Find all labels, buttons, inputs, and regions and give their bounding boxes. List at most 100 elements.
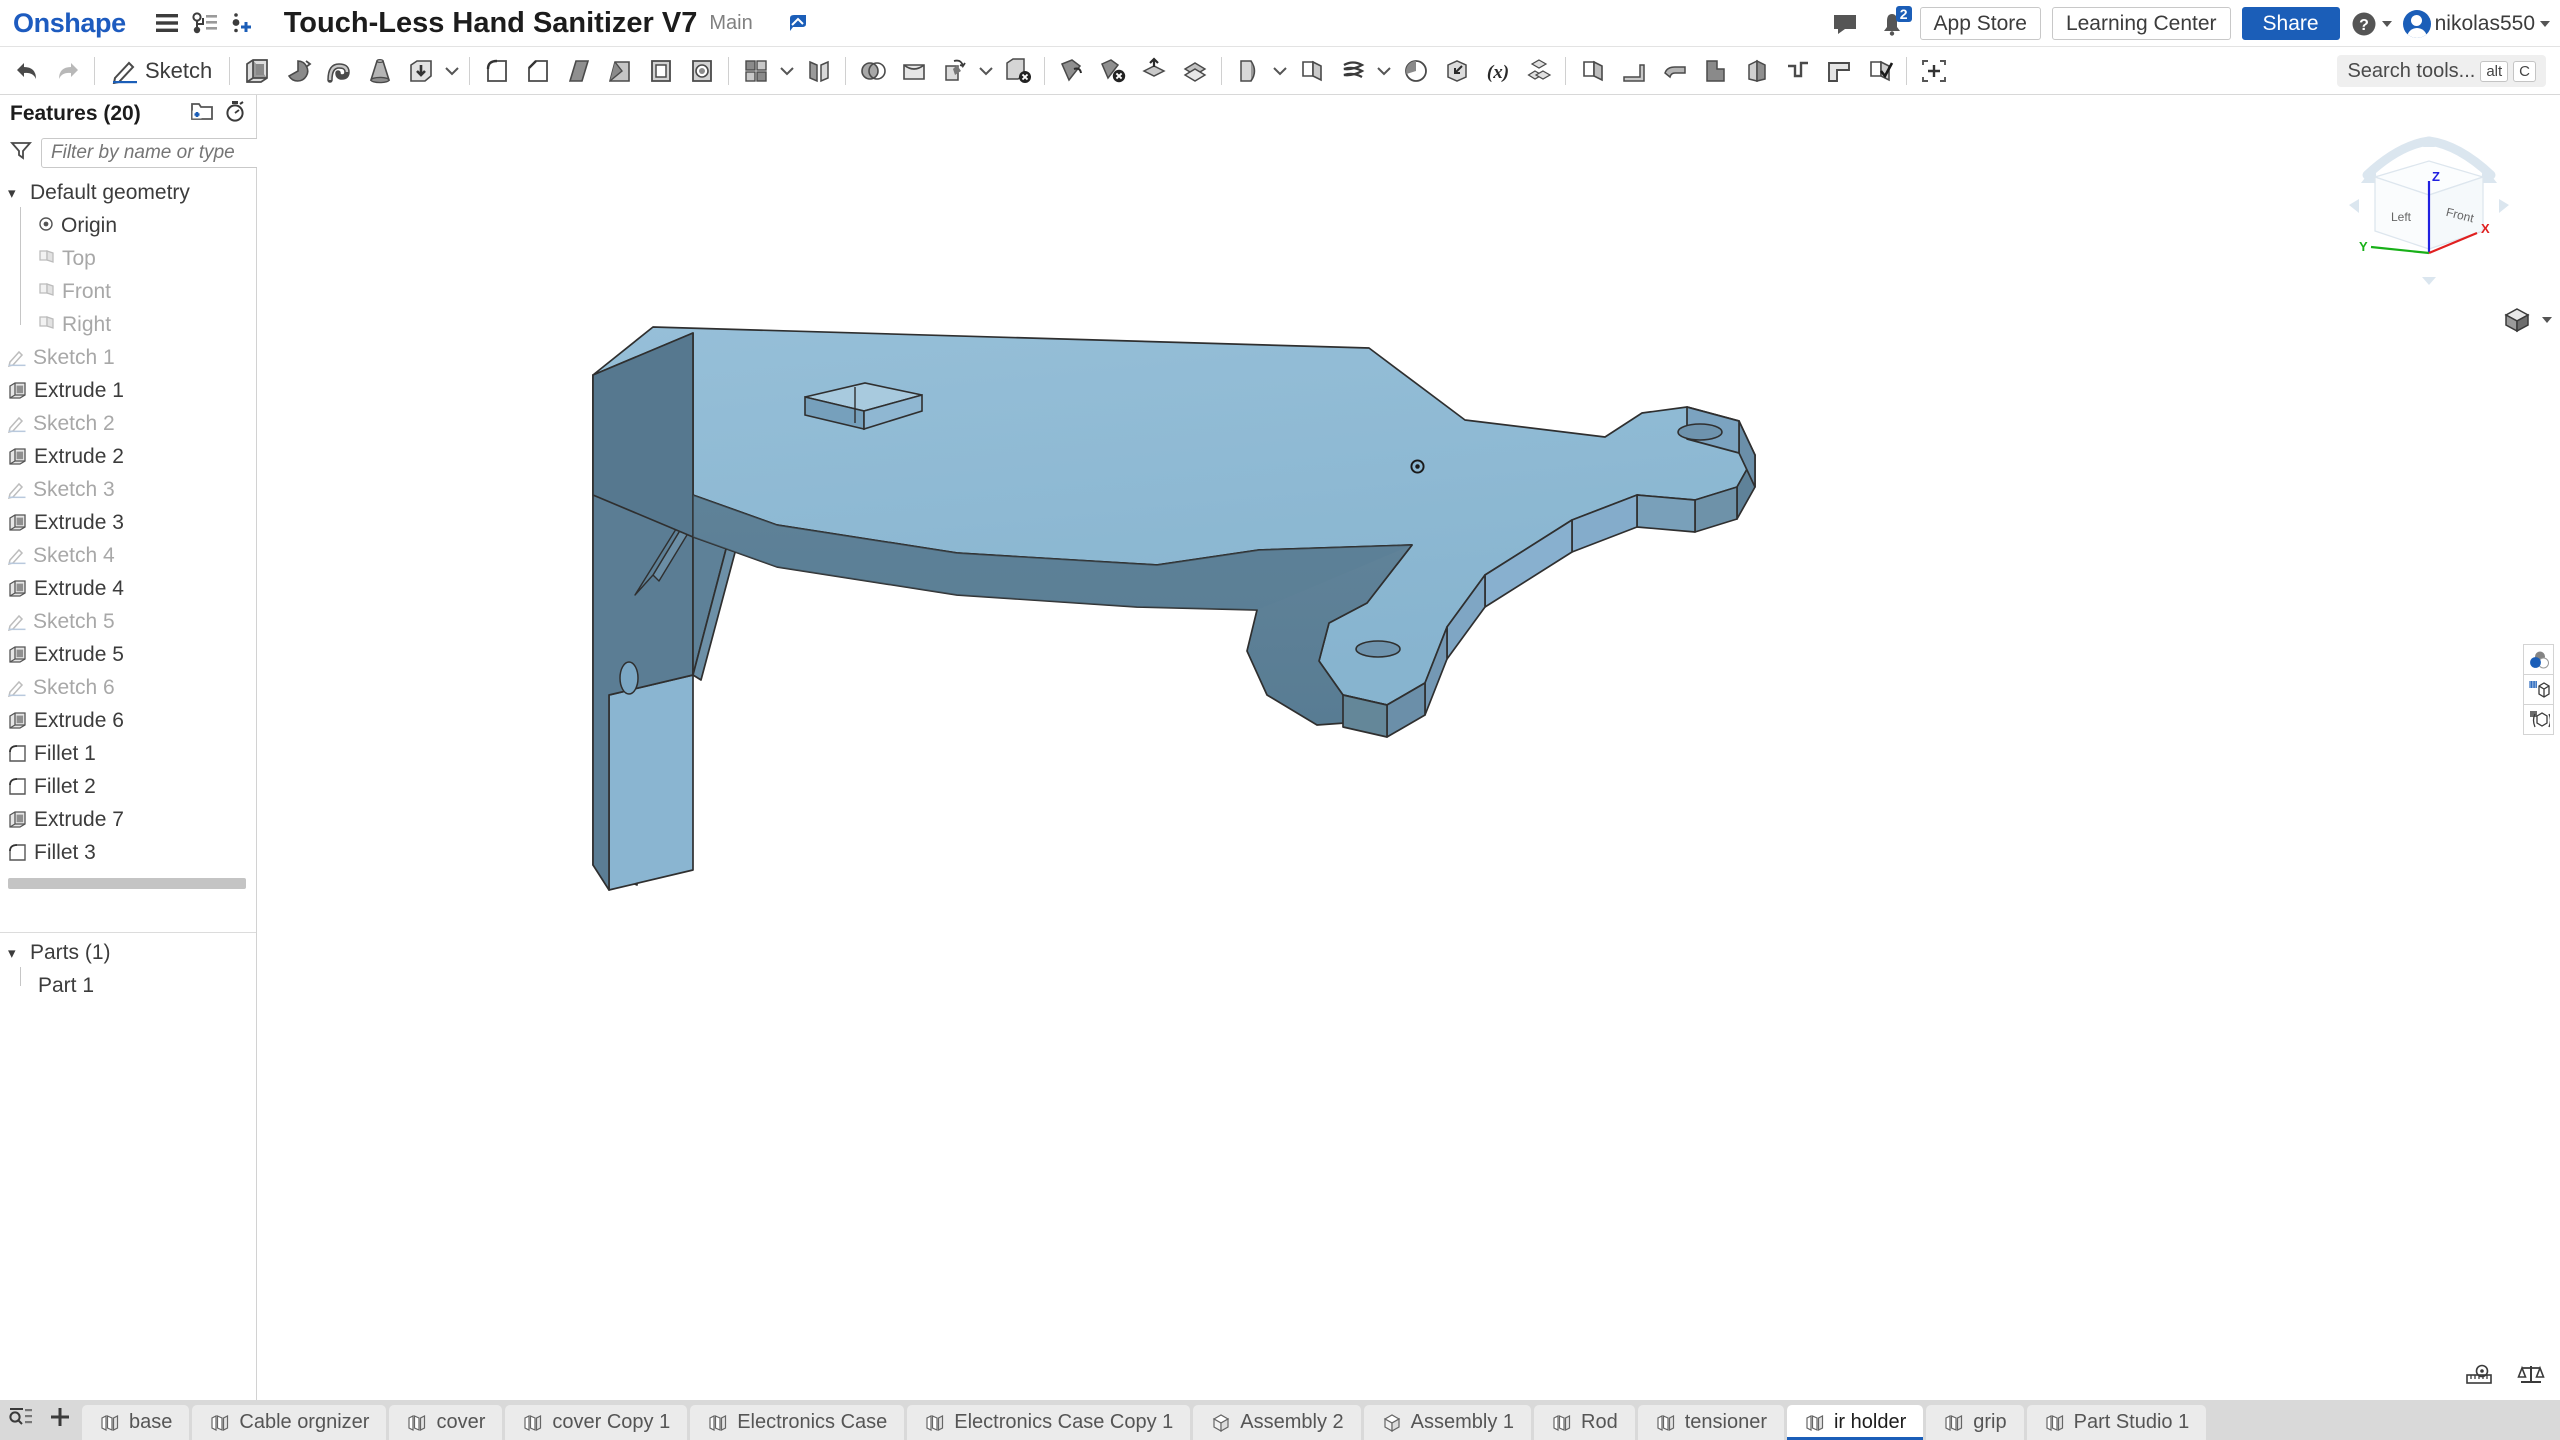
pattern-icon[interactable] [735, 50, 776, 91]
enclose-icon[interactable] [1228, 50, 1269, 91]
flange-icon[interactable] [1613, 50, 1654, 91]
user-menu[interactable]: nikolas550 [2402, 9, 2550, 38]
enclose-dropdown[interactable] [1269, 50, 1291, 91]
tree-item-sketch-4[interactable]: Sketch 4 [0, 539, 256, 572]
tab-cover[interactable]: cover [389, 1405, 503, 1440]
tree-item-sketch-6[interactable]: Sketch 6 [0, 671, 256, 704]
render-studio-icon[interactable] [2523, 674, 2554, 705]
app-store-button[interactable]: App Store [1919, 7, 2041, 40]
onshape-logo[interactable]: Onshape [13, 8, 126, 39]
tab-grip[interactable]: grip [1926, 1405, 2024, 1440]
version-graph-icon[interactable] [186, 4, 224, 42]
funnel-icon[interactable] [10, 140, 32, 166]
variable-icon[interactable]: (x) [1477, 50, 1518, 91]
menu-icon[interactable] [148, 4, 186, 42]
derive-icon[interactable] [1436, 50, 1477, 91]
hole-icon[interactable] [681, 50, 722, 91]
tree-item-sketch-3[interactable]: Sketch 3 [0, 473, 256, 506]
sweep-icon[interactable] [318, 50, 359, 91]
composite-part-icon[interactable] [1518, 50, 1559, 91]
tree-item-extrude-7[interactable]: Extrude 7 [0, 803, 256, 836]
part-3d-model[interactable] [257, 95, 2560, 1400]
curve-dropdown[interactable] [1373, 50, 1395, 91]
draft-icon[interactable] [599, 50, 640, 91]
offset-surface-icon[interactable] [1174, 50, 1215, 91]
helix-icon[interactable] [1332, 50, 1373, 91]
feature-tree-rollback-bar[interactable] [8, 878, 246, 889]
help-menu[interactable]: ? [2351, 11, 2392, 37]
tree-item-origin[interactable]: Origin [0, 207, 256, 242]
notifications-button[interactable]: 2 [1875, 5, 1912, 41]
tree-item-parts[interactable]: ▾ Parts (1) [0, 936, 256, 969]
sheet-metal-end-icon[interactable] [1859, 50, 1900, 91]
boolean-icon[interactable] [852, 50, 893, 91]
bounding-box-icon[interactable] [1913, 50, 1954, 91]
comment-icon[interactable] [1826, 5, 1864, 43]
tab-electronics-case-copy-1[interactable]: Electronics Case Copy 1 [907, 1405, 1191, 1440]
tab-cover-copy-1[interactable]: cover Copy 1 [505, 1405, 688, 1440]
tree-item-front-plane[interactable]: Front [0, 273, 256, 308]
thicken-icon[interactable] [400, 50, 441, 91]
display-mode-button[interactable] [2503, 307, 2552, 333]
pattern-dropdown[interactable] [776, 50, 798, 91]
redo-icon[interactable] [47, 50, 88, 91]
share-button[interactable]: Share [2241, 7, 2340, 40]
unfold-icon[interactable] [1736, 50, 1777, 91]
tab-assembly-1[interactable]: Assembly 1 [1363, 1405, 1531, 1440]
replace-face-icon[interactable] [1133, 50, 1174, 91]
tree-item-extrude-5[interactable]: Extrude 5 [0, 638, 256, 671]
measure-icon[interactable] [2464, 1360, 2494, 1390]
add-tab-button[interactable] [47, 1404, 73, 1436]
tree-item-fillet-1[interactable]: Fillet 1 [0, 737, 256, 770]
tree-item-extrude-3[interactable]: Extrude 3 [0, 506, 256, 539]
tree-item-top-plane[interactable]: Top [0, 240, 256, 275]
tree-item-extrude-2[interactable]: Extrude 2 [0, 440, 256, 473]
add-folder-icon[interactable] [190, 100, 214, 128]
corner-relief-icon[interactable] [1818, 50, 1859, 91]
tab-list-icon[interactable] [9, 1406, 33, 1434]
tree-item-extrude-4[interactable]: Extrude 4 [0, 572, 256, 605]
tree-item-part-1[interactable]: Part 1 [0, 967, 256, 1002]
tree-item-right-plane[interactable]: Right [0, 306, 256, 341]
tab-ir-holder[interactable]: ir holder [1786, 1405, 1924, 1440]
tree-item-extrude-1[interactable]: Extrude 1 [0, 374, 256, 407]
tab-assembly-2[interactable]: Assembly 2 [1193, 1405, 1361, 1440]
more-create-dropdown[interactable] [441, 50, 463, 91]
tree-item-extrude-6[interactable]: Extrude 6 [0, 704, 256, 737]
mirror-icon[interactable] [798, 50, 839, 91]
rib-icon[interactable] [558, 50, 599, 91]
tab-cable-orgnizer[interactable]: Cable orgnizer [192, 1405, 387, 1440]
learning-center-button[interactable]: Learning Center [2051, 7, 2231, 40]
graphics-viewport[interactable]: Left Front Z Y X [257, 95, 2560, 1400]
tab-part-studio-1[interactable]: Part Studio 1 [2026, 1405, 2207, 1440]
revolve-icon[interactable] [277, 50, 318, 91]
tab-icon[interactable] [1695, 50, 1736, 91]
sketch-pattern-icon[interactable] [1395, 50, 1436, 91]
sheet-metal-model-icon[interactable] [1572, 50, 1613, 91]
fillet-icon[interactable] [476, 50, 517, 91]
tree-item-fillet-3[interactable]: Fillet 3 [0, 836, 256, 869]
delete-face-icon[interactable] [1092, 50, 1133, 91]
transform-icon[interactable] [934, 50, 975, 91]
tab-tensioner[interactable]: tensioner [1637, 1405, 1784, 1440]
undo-icon[interactable] [6, 50, 47, 91]
view-cube[interactable]: Left Front Z Y X [2337, 135, 2522, 285]
hem-icon[interactable] [1777, 50, 1818, 91]
extrude-icon[interactable] [236, 50, 277, 91]
shell-icon[interactable] [640, 50, 681, 91]
insert-version-icon[interactable] [224, 4, 262, 42]
tree-item-sketch-5[interactable]: Sketch 5 [0, 605, 256, 638]
bend-icon[interactable] [1654, 50, 1695, 91]
branch-icon[interactable] [783, 8, 813, 38]
chamfer-icon[interactable] [517, 50, 558, 91]
tree-item-sketch-2[interactable]: Sketch 2 [0, 407, 256, 440]
appearance-icon[interactable] [2523, 644, 2554, 675]
plane-icon[interactable] [1291, 50, 1332, 91]
tree-item-fillet-2[interactable]: Fillet 2 [0, 770, 256, 803]
tab-base[interactable]: base [82, 1405, 190, 1440]
stopwatch-icon[interactable] [224, 100, 246, 128]
split-icon[interactable] [893, 50, 934, 91]
transform-dropdown[interactable] [975, 50, 997, 91]
search-tools-button[interactable]: Search tools... alt C [2337, 55, 2546, 87]
simulation-icon[interactable] [2523, 704, 2554, 735]
